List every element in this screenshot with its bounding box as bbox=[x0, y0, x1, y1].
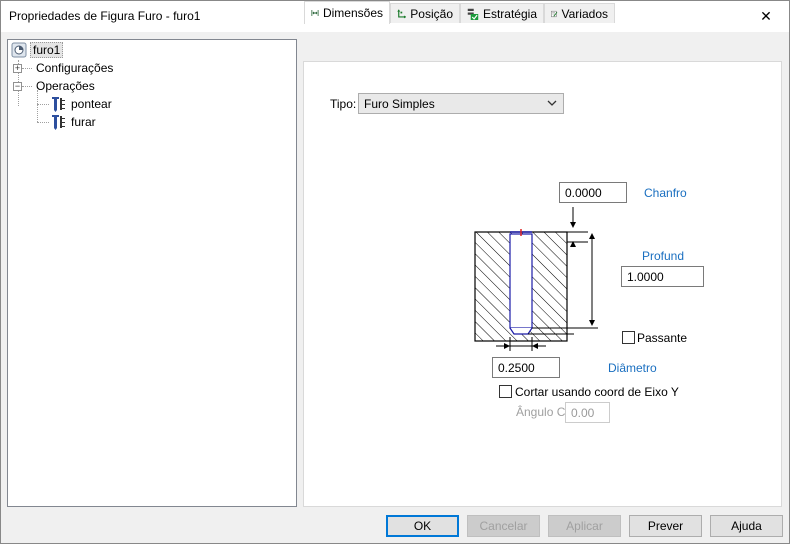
tab-variados[interactable]: Variados bbox=[544, 3, 615, 23]
tree-connector bbox=[37, 104, 49, 105]
ok-button[interactable]: OK bbox=[386, 515, 459, 537]
diametro-label: Diâmetro bbox=[608, 361, 657, 375]
strategy-icon bbox=[467, 8, 479, 20]
close-icon: ✕ bbox=[760, 8, 772, 24]
chanfro-label: Chanfro bbox=[644, 186, 687, 200]
diametro-field[interactable]: 0.2500 bbox=[492, 357, 560, 378]
angulo-c-label: Ângulo C bbox=[516, 405, 566, 419]
tree-connector bbox=[37, 122, 49, 123]
feature-tree[interactable]: furo1 + Configurações − Operações pontea… bbox=[7, 39, 297, 507]
preview-button[interactable]: Prever bbox=[629, 515, 702, 537]
dialog-window: Propriedades de Figura Furo - furo1 ✕ fu… bbox=[0, 0, 790, 544]
angulo-c-value: 0.00 bbox=[571, 405, 595, 420]
tree-root-furo1[interactable]: furo1 bbox=[11, 41, 64, 59]
tree-item-label: Operações bbox=[36, 79, 95, 93]
angulo-c-field[interactable]: 0.00 bbox=[565, 402, 610, 423]
tree-op-pontear[interactable]: pontear bbox=[50, 95, 114, 113]
tab-dimensoes[interactable]: Dimensões bbox=[304, 1, 390, 24]
tab-label: Dimensões bbox=[322, 6, 383, 20]
tree-item-operacoes[interactable]: − Operações bbox=[13, 77, 97, 95]
profund-label: Profund bbox=[642, 249, 685, 263]
hole-tip bbox=[509, 327, 533, 335]
tree-op-label: furar bbox=[71, 115, 96, 129]
tree-op-furar[interactable]: furar bbox=[50, 113, 98, 131]
tab-estrategia[interactable]: Estratégia bbox=[460, 3, 544, 23]
passante-checkbox[interactable] bbox=[622, 331, 635, 344]
collapse-icon[interactable]: − bbox=[13, 81, 22, 91]
profund-field[interactable]: 1.0000 bbox=[621, 266, 704, 287]
spot-drill-icon bbox=[52, 97, 65, 112]
tipo-select[interactable]: Furo Simples bbox=[358, 93, 564, 114]
chanfro-field[interactable]: 0.0000 bbox=[559, 182, 627, 203]
cortar-eixo-y-label: Cortar usando coord de Eixo Y bbox=[515, 385, 679, 399]
diametro-value: 0.2500 bbox=[498, 360, 535, 375]
close-button[interactable]: ✕ bbox=[743, 1, 789, 32]
cancel-button[interactable]: Cancelar bbox=[467, 515, 540, 537]
apply-button[interactable]: Aplicar bbox=[548, 515, 621, 537]
position-icon bbox=[397, 8, 407, 18]
tree-item-label: Configurações bbox=[36, 61, 114, 75]
tab-label: Posição bbox=[410, 6, 453, 21]
tree-op-label: pontear bbox=[71, 97, 112, 111]
profund-value: 1.0000 bbox=[627, 269, 664, 284]
tree-root-label: furo1 bbox=[30, 42, 64, 58]
tipo-label: Tipo: bbox=[330, 97, 357, 111]
chevron-down-icon bbox=[547, 100, 557, 106]
hole-diagram bbox=[474, 207, 598, 351]
drill-icon bbox=[52, 115, 65, 130]
help-button[interactable]: Ajuda bbox=[710, 515, 783, 537]
tab-label: Estratégia bbox=[482, 6, 537, 21]
cortar-eixo-y-checkbox[interactable] bbox=[499, 385, 512, 398]
misc-icon bbox=[551, 10, 558, 17]
dimensions-icon bbox=[311, 10, 319, 16]
tree-connector bbox=[37, 90, 38, 122]
chanfro-value: 0.0000 bbox=[565, 185, 602, 200]
tree-item-configuracoes[interactable]: + Configurações bbox=[13, 59, 115, 77]
hole-cavity bbox=[509, 233, 533, 329]
tab-posicao[interactable]: Posição bbox=[390, 3, 460, 23]
window-title: Propriedades de Figura Furo - furo1 bbox=[9, 9, 201, 23]
hole-feature-icon bbox=[11, 42, 27, 58]
tab-label: Variados bbox=[561, 6, 608, 21]
expand-icon[interactable]: + bbox=[13, 63, 22, 73]
passante-label: Passante bbox=[637, 331, 688, 345]
tipo-select-value: Furo Simples bbox=[364, 96, 435, 111]
